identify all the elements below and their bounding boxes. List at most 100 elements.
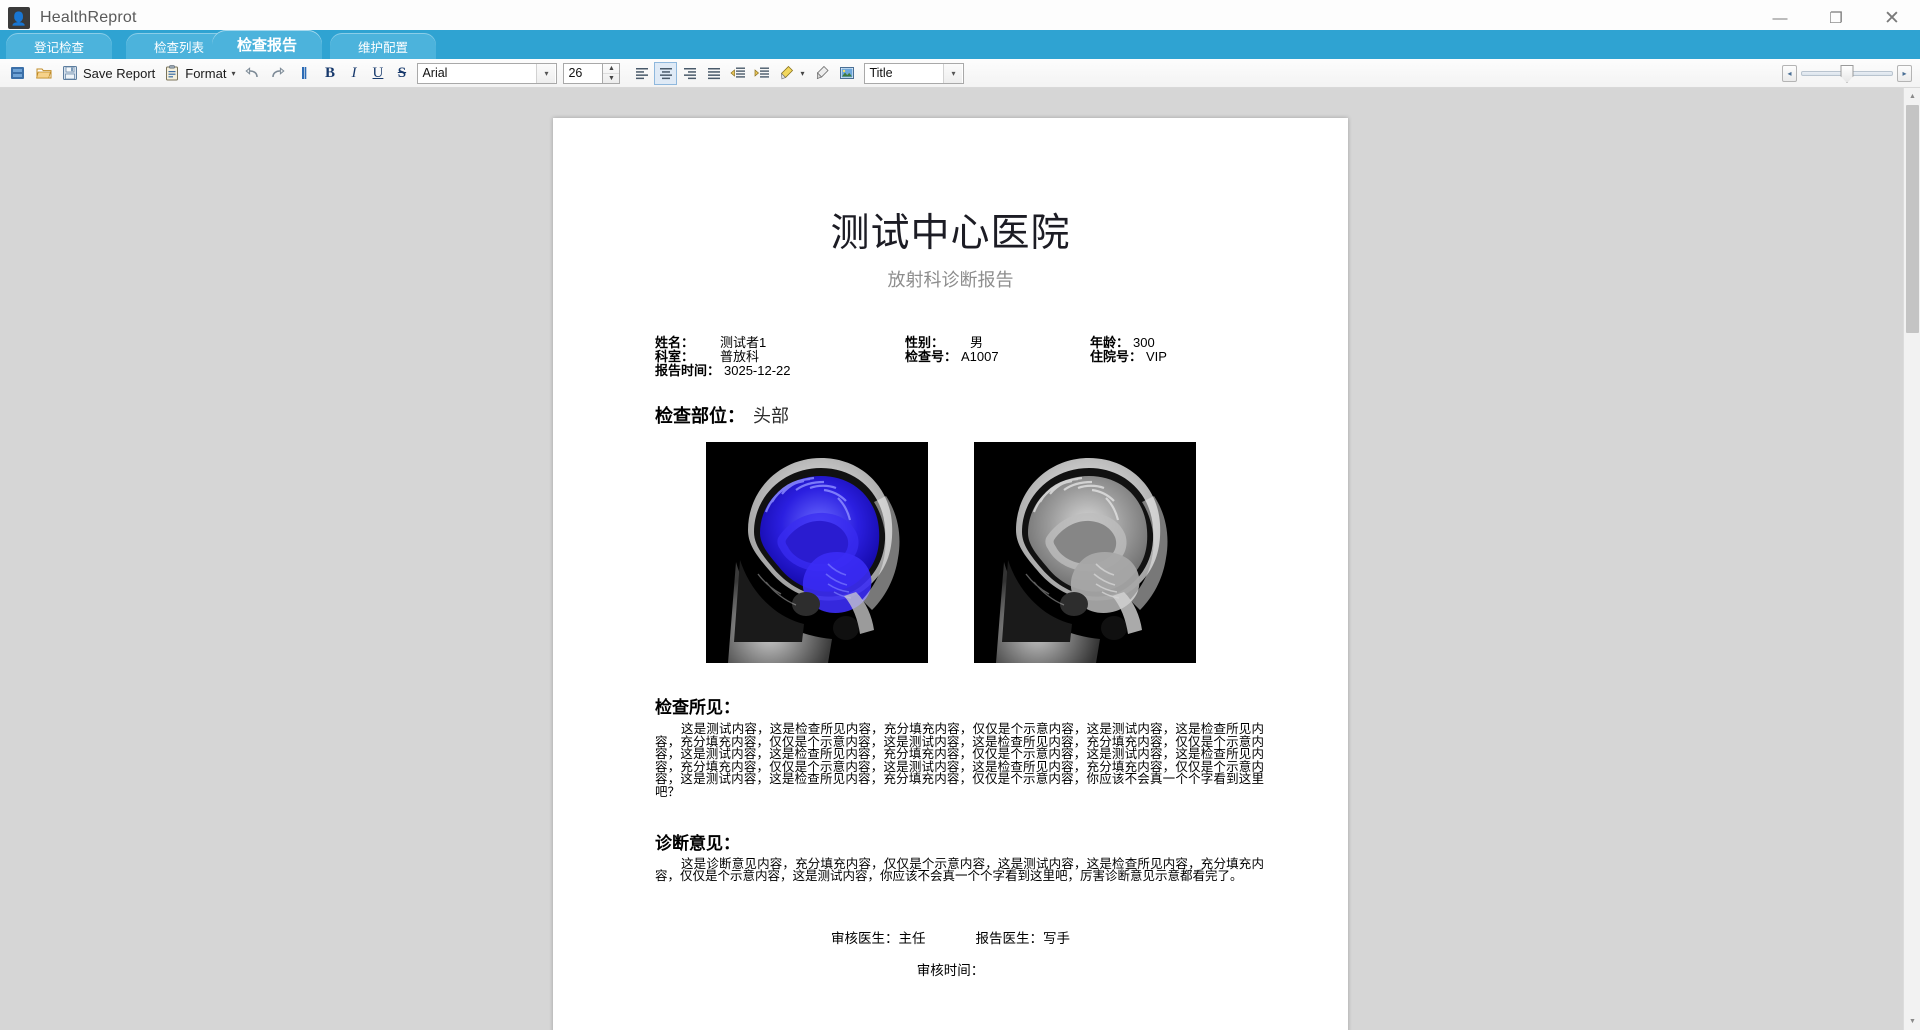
zoom-decrease-button[interactable]: ◂ bbox=[1782, 65, 1797, 82]
increase-indent-button[interactable] bbox=[750, 62, 773, 85]
align-center-button[interactable] bbox=[654, 61, 678, 85]
highlight-chevron-down-icon: ▾ bbox=[800, 68, 805, 78]
patient-name-field: 姓名： 测试者1 bbox=[655, 336, 905, 350]
review-time-label: 审核时间： bbox=[916, 962, 985, 978]
open-folder-icon bbox=[36, 68, 52, 79]
bold-button[interactable]: B bbox=[318, 62, 341, 85]
redo-button[interactable] bbox=[266, 61, 290, 85]
format-painter-icon bbox=[817, 65, 830, 80]
paragraph-mark-icon bbox=[302, 67, 307, 79]
mri-sagittal-gray-icon bbox=[973, 442, 1196, 663]
findings-body[interactable]: 这是测试内容，这是检查所见内容，充分填充内容，仅仅是个示意内容，这是测试内容，这… bbox=[655, 723, 1264, 799]
scroll-up-button[interactable]: ▲ bbox=[1904, 88, 1920, 105]
decrease-indent-icon bbox=[730, 67, 745, 78]
document-canvas[interactable]: 测试中心医院 放射科诊断报告 姓名： 测试者1 性别： 男 年龄： 300 科室… bbox=[0, 88, 1920, 1030]
font-size-input-wrap[interactable] bbox=[563, 62, 604, 84]
highlight-color-button[interactable]: ▾ bbox=[774, 61, 807, 85]
patient-age-value: 300 bbox=[1133, 335, 1155, 350]
diagnosis-heading: 诊断意见： bbox=[655, 833, 740, 853]
save-report-button[interactable]: Save Report bbox=[58, 61, 158, 85]
underline-button[interactable]: U bbox=[366, 62, 389, 85]
zoom-increase-button[interactable]: ▸ bbox=[1897, 65, 1912, 82]
mri-sagittal-colored-icon bbox=[705, 442, 928, 663]
new-document-icon bbox=[11, 67, 24, 79]
exam-images-row bbox=[615, 442, 1286, 663]
open-file-button[interactable] bbox=[32, 61, 56, 85]
font-size-decrease[interactable]: ▼ bbox=[603, 74, 619, 83]
underline-label: U bbox=[372, 64, 384, 81]
align-right-button[interactable] bbox=[678, 62, 701, 85]
font-family-input[interactable] bbox=[418, 63, 537, 83]
paragraph-style-input[interactable] bbox=[865, 63, 944, 83]
reporter-field: 报告医生：写手 bbox=[976, 927, 1071, 947]
report-time-label: 报告时间： bbox=[655, 363, 721, 378]
reviewer-label: 审核医生： bbox=[831, 930, 899, 946]
new-document-button[interactable] bbox=[6, 61, 30, 85]
exam-number-field: 检查号： A1007 bbox=[905, 350, 1090, 364]
undo-button[interactable] bbox=[240, 61, 264, 85]
format-menu-button[interactable]: Format ▾ bbox=[160, 61, 238, 85]
report-hospital-title: 测试中心医院 bbox=[830, 212, 1071, 255]
paragraph-style-combo[interactable]: ▾ bbox=[864, 62, 965, 84]
mri-sagittal-gray[interactable] bbox=[973, 442, 1196, 663]
paragraph-style-dropdown-arrow[interactable]: ▾ bbox=[943, 63, 963, 83]
document-vertical-scrollbar[interactable]: ▲ ▼ bbox=[1903, 88, 1920, 1030]
inpatient-number-value: VIP bbox=[1146, 349, 1167, 364]
zoom-slider-thumb[interactable] bbox=[1840, 65, 1854, 83]
insert-image-icon bbox=[840, 67, 855, 79]
format-painter-button[interactable] bbox=[809, 61, 833, 85]
editor-toolbar: Save Report Format ▾ B I U S Arial ▾ 26 … bbox=[0, 59, 1920, 88]
italic-button[interactable]: I bbox=[342, 62, 365, 85]
app-title: HealthReprot bbox=[40, 9, 137, 26]
exam-part-value: 头部 bbox=[753, 406, 789, 426]
save-report-label: Save Report bbox=[83, 65, 156, 81]
floppy-disk-icon bbox=[63, 66, 77, 80]
exam-part-label: 检查部位： bbox=[655, 406, 745, 426]
zoom-slider[interactable]: ◂ ▸ bbox=[1782, 63, 1912, 84]
paragraph-mark-button[interactable] bbox=[292, 61, 316, 85]
redo-arrow-icon bbox=[272, 67, 286, 78]
bold-label: B bbox=[324, 64, 335, 81]
exam-number-value: A1007 bbox=[961, 349, 999, 364]
department-field: 科室： 普放科 bbox=[655, 350, 905, 364]
diagnosis-body[interactable]: 这是诊断意见内容，充分填充内容，仅仅是个示意内容，这是测试内容，这是检查所见内容… bbox=[655, 857, 1264, 883]
inpatient-number-label: 住院号： bbox=[1090, 349, 1143, 364]
clipboard-format-icon bbox=[166, 65, 179, 81]
patient-name-label: 姓名： bbox=[655, 335, 695, 350]
strikethrough-label: S bbox=[397, 64, 407, 81]
align-left-button[interactable] bbox=[630, 62, 653, 85]
scroll-down-button[interactable]: ▼ bbox=[1904, 1013, 1920, 1030]
reviewer-value: 主任 bbox=[898, 930, 926, 946]
signature-row: 审核医生：主任 报告医生：写手 bbox=[615, 927, 1286, 947]
strikethrough-button[interactable]: S bbox=[390, 62, 413, 85]
patient-gender-field: 性别： 男 bbox=[905, 336, 1090, 350]
patient-name-value: 测试者1 bbox=[720, 335, 767, 350]
tab-registration[interactable]: 登记检查 bbox=[6, 33, 112, 59]
exam-number-label: 检查号： bbox=[905, 349, 958, 364]
app-icon: 👤 bbox=[8, 7, 30, 29]
tab-exam-report[interactable]: 检查报告 bbox=[212, 30, 322, 59]
font-size-stepper[interactable]: ▲ ▼ bbox=[603, 62, 621, 84]
zoom-slider-track[interactable] bbox=[1801, 65, 1893, 83]
font-family-dropdown-arrow[interactable]: ▾ bbox=[536, 63, 556, 83]
report-page[interactable]: 测试中心医院 放射科诊断报告 姓名： 测试者1 性别： 男 年龄： 300 科室… bbox=[553, 118, 1348, 1030]
align-left-icon bbox=[635, 68, 648, 80]
tab-maintenance-config[interactable]: 维护配置 bbox=[330, 33, 436, 59]
highlighter-icon bbox=[781, 65, 794, 80]
font-family-combo[interactable]: ▾ bbox=[417, 62, 558, 84]
scroll-thumb[interactable] bbox=[1906, 105, 1919, 333]
insert-image-button[interactable] bbox=[835, 61, 859, 85]
inpatient-number-field: 住院号： VIP bbox=[1090, 350, 1270, 364]
mri-sagittal-colored[interactable] bbox=[705, 442, 928, 663]
decrease-indent-button[interactable] bbox=[726, 62, 749, 85]
report-subtitle: 放射科诊断报告 bbox=[887, 270, 1014, 290]
findings-heading: 检查所见： bbox=[655, 698, 740, 717]
reporter-label: 报告医生： bbox=[975, 930, 1044, 946]
patient-age-label: 年龄： bbox=[1090, 335, 1130, 350]
chevron-down-icon: ▾ bbox=[231, 68, 236, 78]
align-justify-button[interactable] bbox=[702, 62, 725, 85]
patient-age-field: 年龄： 300 bbox=[1090, 336, 1270, 350]
font-size-input[interactable] bbox=[564, 63, 601, 83]
font-size-increase[interactable]: ▲ bbox=[603, 64, 620, 74]
increase-indent-icon bbox=[754, 67, 769, 78]
